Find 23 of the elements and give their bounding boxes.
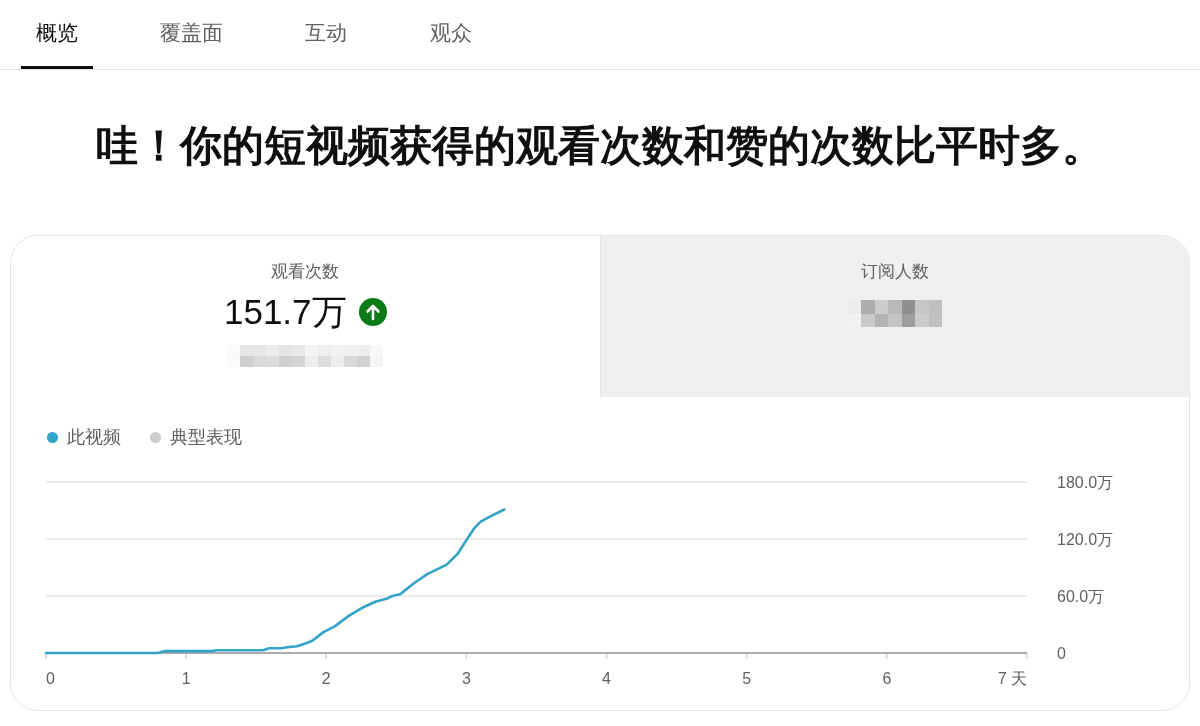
axis-label: 3 [462, 670, 471, 687]
legend-label: 典型表现 [170, 426, 242, 449]
stat-value: 151.7万 [223, 291, 347, 333]
axis-label: 4 [602, 670, 611, 687]
axis-label: 60.0万 [1057, 588, 1105, 605]
axis-label: 0 [1057, 645, 1066, 662]
axis-label: 5 [742, 670, 752, 687]
axis-label: 7 天 [997, 670, 1027, 687]
headline: 哇！你的短视频获得的观看次数和赞的次数比平时多。 [95, 123, 1105, 169]
tab[interactable]: 覆盖面 [146, 0, 237, 69]
legend-label: 此视频 [67, 426, 121, 449]
axis-label: 0 [46, 670, 55, 687]
tab[interactable]: 概览 [21, 0, 93, 69]
axis-label: 2 [321, 670, 331, 687]
axis-label: 120.0万 [1057, 531, 1114, 548]
axis-label: 6 [882, 670, 892, 687]
stat-panel[interactable]: 订阅人数 [599, 236, 1189, 397]
axis-label: 1 [181, 670, 191, 687]
stat-label: 观看次数 [271, 261, 340, 283]
stat-label: 订阅人数 [860, 261, 929, 283]
axis-label: 180.0万 [1057, 474, 1114, 491]
tab[interactable]: 观众 [415, 0, 487, 69]
tab[interactable]: 互动 [290, 0, 362, 69]
